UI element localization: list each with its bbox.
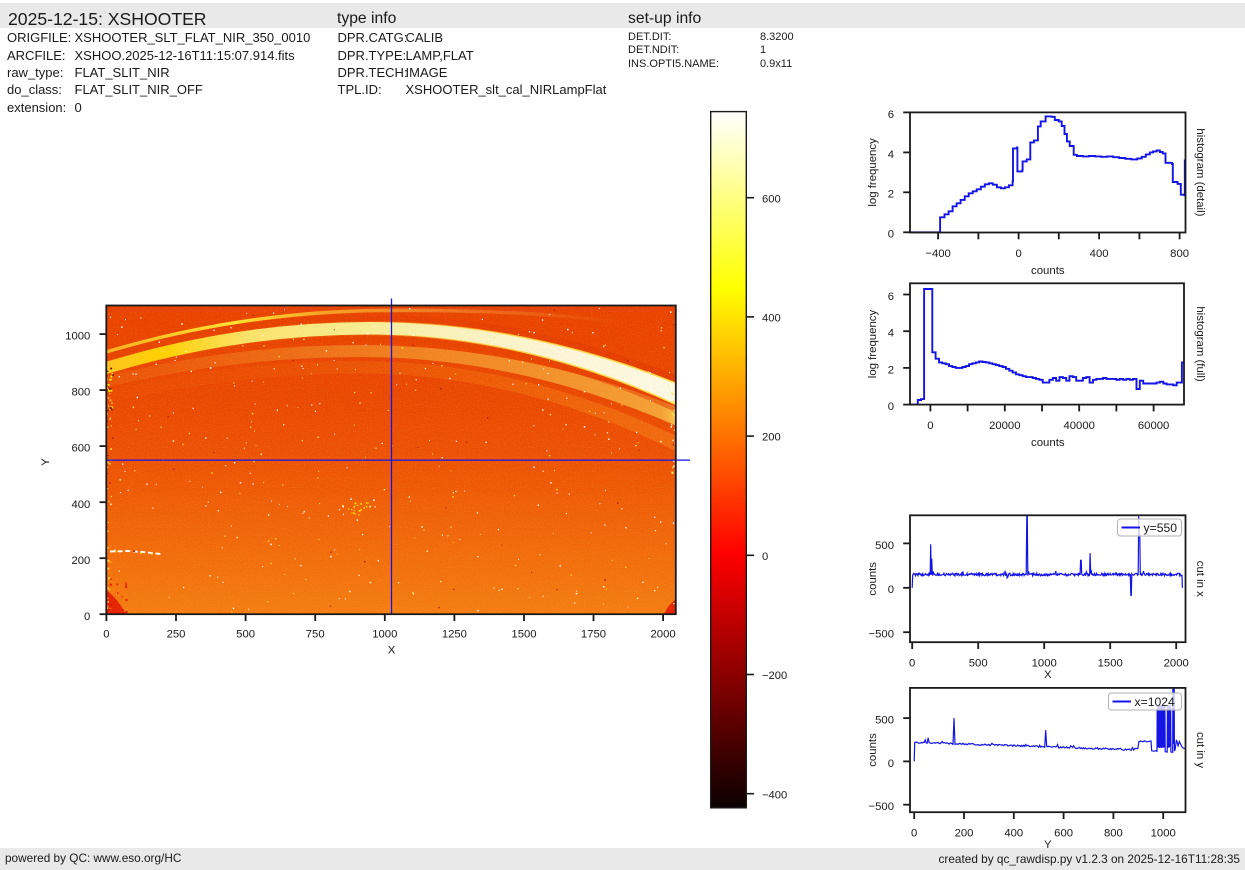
svg-text:250: 250 — [167, 629, 186, 641]
svg-text:1500: 1500 — [1098, 658, 1123, 670]
svg-text:0: 0 — [927, 420, 933, 432]
svg-text:−500: −500 — [869, 801, 894, 813]
svg-text:400: 400 — [1090, 248, 1109, 260]
svg-text:−500: −500 — [869, 629, 894, 641]
svg-text:histogram (full): histogram (full) — [1194, 306, 1206, 382]
svg-text:800: 800 — [1170, 248, 1189, 260]
svg-text:500: 500 — [875, 540, 894, 552]
svg-text:1250: 1250 — [442, 629, 467, 641]
svg-text:histogram (detail): histogram (detail) — [1194, 128, 1206, 216]
svg-text:500: 500 — [236, 629, 255, 641]
svg-text:500: 500 — [875, 715, 894, 727]
svg-text:0: 0 — [911, 828, 917, 840]
svg-text:0: 0 — [888, 584, 894, 596]
svg-text:1000: 1000 — [1032, 658, 1057, 670]
svg-text:0: 0 — [103, 629, 109, 641]
svg-text:−200: −200 — [762, 670, 787, 682]
svg-text:1000: 1000 — [1151, 828, 1176, 840]
svg-text:2: 2 — [888, 189, 894, 201]
svg-text:600: 600 — [1054, 828, 1073, 840]
svg-text:1750: 1750 — [581, 629, 606, 641]
svg-text:cut in x: cut in x — [1194, 561, 1206, 597]
svg-text:1000: 1000 — [65, 331, 90, 343]
svg-text:400: 400 — [1004, 828, 1023, 840]
svg-text:2000: 2000 — [1164, 658, 1189, 670]
svg-text:−400: −400 — [762, 789, 787, 801]
svg-text:counts: counts — [1031, 265, 1065, 277]
svg-text:y=550: y=550 — [1144, 521, 1178, 535]
svg-text:0: 0 — [888, 229, 894, 241]
svg-text:800: 800 — [1104, 828, 1123, 840]
svg-text:200: 200 — [71, 555, 90, 567]
svg-text:Y: Y — [1044, 839, 1052, 851]
svg-text:1000: 1000 — [372, 629, 397, 641]
svg-text:20000: 20000 — [989, 420, 1020, 432]
svg-text:log frequency: log frequency — [867, 138, 879, 207]
svg-text:400: 400 — [71, 499, 90, 511]
svg-text:counts: counts — [1031, 437, 1065, 449]
svg-text:0: 0 — [84, 611, 90, 623]
svg-text:200: 200 — [955, 828, 974, 840]
svg-text:6: 6 — [888, 291, 894, 303]
svg-text:Y: Y — [40, 458, 52, 466]
svg-text:counts: counts — [867, 733, 879, 767]
svg-text:−400: −400 — [925, 248, 950, 260]
svg-text:0: 0 — [1015, 248, 1021, 260]
svg-text:1500: 1500 — [511, 629, 536, 641]
svg-text:500: 500 — [969, 658, 988, 670]
svg-text:200: 200 — [762, 432, 781, 444]
svg-text:x=1024: x=1024 — [1135, 695, 1176, 709]
svg-text:600: 600 — [71, 443, 90, 455]
svg-text:600: 600 — [762, 193, 781, 205]
svg-text:0: 0 — [888, 758, 894, 770]
svg-text:60000: 60000 — [1138, 420, 1169, 432]
svg-text:800: 800 — [71, 387, 90, 399]
svg-text:0: 0 — [888, 401, 894, 413]
svg-text:400: 400 — [762, 313, 781, 325]
svg-text:750: 750 — [306, 629, 325, 641]
svg-text:cut in y: cut in y — [1194, 732, 1206, 768]
svg-text:4: 4 — [888, 328, 894, 340]
svg-text:log frequency: log frequency — [867, 310, 879, 379]
svg-text:X: X — [1044, 669, 1052, 681]
svg-text:0: 0 — [909, 658, 915, 670]
svg-text:40000: 40000 — [1063, 420, 1094, 432]
svg-text:X: X — [388, 645, 396, 657]
svg-text:6: 6 — [888, 109, 894, 121]
svg-text:2000: 2000 — [651, 629, 676, 641]
svg-text:0: 0 — [762, 551, 768, 563]
svg-text:counts: counts — [867, 562, 879, 596]
svg-text:2: 2 — [888, 364, 894, 376]
svg-text:4: 4 — [888, 149, 894, 161]
